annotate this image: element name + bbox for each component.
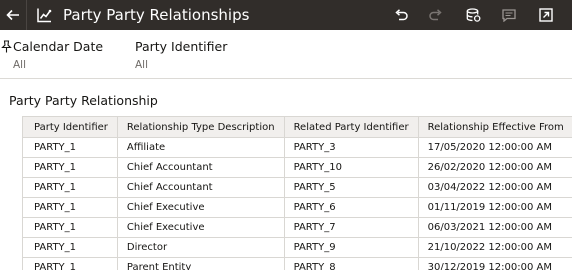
table-row[interactable]: PARTY_1 Chief Executive PARTY_7 06/03/20… (22, 217, 572, 238)
table-cell: 03/04/2022 12:00:00 AM (417, 177, 572, 198)
redo-icon (429, 9, 442, 21)
header-bar: Party Party Relationships (0, 0, 572, 30)
back-arrow-icon (6, 9, 19, 21)
pin-icon[interactable] (1, 40, 12, 53)
filter-bar: Calendar Date All Party Identifier All (0, 30, 572, 79)
redo-button[interactable] (426, 5, 446, 25)
table-row[interactable]: PARTY_1 Director PARTY_9 21/10/2022 12:0… (22, 237, 572, 258)
table-cell: PARTY_3 (283, 137, 419, 158)
column-header[interactable]: Relationship Effective From (417, 116, 572, 138)
table-cell: PARTY_7 (283, 217, 419, 238)
column-header[interactable]: Related Party Identifier (283, 116, 419, 138)
undo-button[interactable] (391, 5, 411, 25)
table-cell: PARTY_5 (283, 177, 419, 198)
table-cell: Chief Accountant (116, 177, 285, 198)
comment-button[interactable] (499, 5, 519, 25)
comment-icon (502, 8, 516, 22)
present-button[interactable] (536, 5, 556, 25)
present-icon (539, 8, 553, 22)
database-refresh-icon (466, 8, 480, 22)
table-cell: PARTY_1 (22, 217, 118, 238)
table-cell: 01/11/2019 12:00:00 AM (417, 197, 572, 218)
table-cell: PARTY_1 (22, 157, 118, 178)
analytics-chart-icon (37, 8, 52, 23)
table-cell: Chief Executive (116, 217, 285, 238)
filter-party-identifier-label[interactable]: Party Identifier (135, 39, 227, 54)
table-cell: PARTY_1 (22, 177, 118, 198)
table-cell: PARTY_1 (22, 257, 118, 270)
filter-party-identifier-value[interactable]: All (135, 59, 148, 72)
table-cell: Director (116, 237, 285, 258)
table-cell: PARTY_6 (283, 197, 419, 218)
table-row[interactable]: PARTY_1 Parent Entity PARTY_8 30/12/2019… (22, 257, 572, 270)
table-cell: 30/12/2019 12:00:00 AM (417, 257, 572, 270)
back-button[interactable] (0, 0, 27, 30)
table-cell: PARTY_1 (22, 197, 118, 218)
table-cell: Chief Executive (116, 197, 285, 218)
page: Party Party Relationships Calendar Date … (0, 0, 572, 270)
table-cell: PARTY_1 (22, 237, 118, 258)
column-header[interactable]: Party Identifier (22, 116, 118, 138)
table-cell: Chief Accountant (116, 157, 285, 178)
section-title: Party Party Relationship (9, 93, 158, 108)
table-row[interactable]: PARTY_1 Chief Accountant PARTY_10 26/02/… (22, 157, 572, 178)
table-cell: 21/10/2022 12:00:00 AM (417, 237, 572, 258)
table-row[interactable]: PARTY_1 Affiliate PARTY_3 17/05/2020 12:… (22, 137, 572, 158)
table-cell: PARTY_1 (22, 137, 118, 158)
filter-calendar-date-label[interactable]: Calendar Date (13, 39, 103, 54)
table-cell: 26/02/2020 12:00:00 AM (417, 157, 572, 178)
table-cell: PARTY_8 (283, 257, 419, 270)
table-row[interactable]: PARTY_1 Chief Accountant PARTY_5 03/04/2… (22, 177, 572, 198)
table-cell: PARTY_9 (283, 237, 419, 258)
table-cell: Parent Entity (116, 257, 285, 270)
relationship-table: Party Identifier Relationship Type Descr… (22, 116, 572, 270)
column-header[interactable]: Relationship Type Description (116, 116, 285, 138)
undo-icon (395, 9, 408, 21)
table-cell: 06/03/2021 12:00:00 AM (417, 217, 572, 238)
data-button[interactable] (463, 5, 483, 25)
filter-calendar-date-value[interactable]: All (13, 59, 26, 72)
page-title: Party Party Relationships (63, 6, 250, 24)
table-row[interactable]: PARTY_1 Chief Executive PARTY_6 01/11/20… (22, 197, 572, 218)
table-header-row: Party Identifier Relationship Type Descr… (22, 116, 572, 138)
table-cell: PARTY_10 (283, 157, 419, 178)
table-cell: Affiliate (116, 137, 285, 158)
table-cell: 17/05/2020 12:00:00 AM (417, 137, 572, 158)
